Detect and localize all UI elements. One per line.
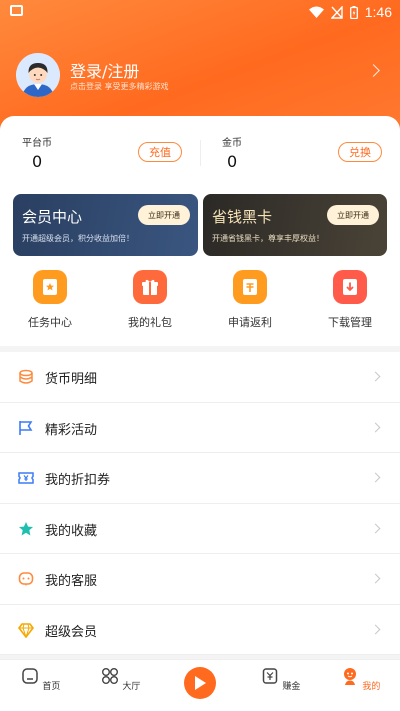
member-center-title: 会员中心 (22, 208, 83, 226)
diamond-icon (18, 622, 34, 638)
menu-item-label: 超级会员 (45, 624, 98, 640)
wallet-divider (200, 140, 201, 166)
wifi-icon (308, 6, 324, 18)
quick-action-task-center[interactable]: 任务中心 (10, 270, 90, 330)
service-icon (18, 572, 34, 586)
menu-item-coupons[interactable]: 我的折扣券 (0, 453, 400, 504)
black-card-desc: 开通省钱黑卡，尊享丰厚权益！ (212, 234, 324, 243)
menu-item-coin-details[interactable]: 货币明细 (0, 352, 400, 403)
battery-icon (349, 5, 358, 19)
chevron-right-icon (370, 573, 381, 584)
tab-earn[interactable]: 赚金 (250, 666, 310, 692)
menu-item-super-vip[interactable]: 超级会员 (0, 605, 400, 655)
menu-item-activities[interactable]: 精彩活动 (0, 403, 400, 453)
chevron-right-icon (370, 472, 381, 483)
home-icon (21, 668, 38, 684)
tab-home[interactable]: 首页 (10, 666, 70, 692)
exchange-button[interactable]: 兑换 (338, 142, 382, 162)
quick-action-download[interactable]: 下载管理 (310, 270, 390, 330)
member-center-card[interactable]: 会员中心 开通超级会员，积分收益加倍！ 立即开通 (13, 194, 198, 256)
login-register-link[interactable]: 登录/注册 (70, 58, 139, 82)
chevron-right-icon (370, 624, 381, 634)
menu-item-customer-service[interactable]: 我的客服 (0, 554, 400, 605)
gallery-notification-icon (10, 5, 23, 16)
status-bar: 1:46 (0, 0, 400, 24)
signal-off-icon (330, 5, 343, 19)
member-center-open-button[interactable]: 立即开通 (138, 205, 190, 225)
menu-item-label: 精彩活动 (45, 422, 98, 438)
chevron-right-icon (370, 371, 381, 382)
download-icon (333, 270, 367, 304)
earn-icon (262, 668, 277, 684)
gift-icon (133, 270, 167, 304)
star-icon (19, 521, 33, 535)
black-card-title: 省钱黑卡 (212, 208, 273, 226)
tab-home-label: 首页 (42, 682, 61, 692)
member-center-desc: 开通超级会员，积分收益加倍！ (22, 234, 134, 243)
tab-earn-label: 赚金 (282, 682, 301, 692)
login-subtitle: 点击登录 享受更多精彩游戏 (70, 82, 169, 91)
coins-icon (19, 369, 33, 384)
menu-item-label: 我的客服 (45, 574, 98, 589)
rebate-icon (233, 270, 267, 304)
quick-action-rebate[interactable]: 申请返利 (210, 270, 290, 330)
task-center-label: 任务中心 (28, 316, 72, 329)
tab-hall-label: 大厅 (122, 682, 141, 692)
quick-action-gift[interactable]: 我的礼包 (110, 270, 190, 330)
play-icon (195, 676, 206, 690)
menu-item-favorites[interactable]: 我的收藏 (0, 504, 400, 554)
coupon-icon (18, 472, 34, 484)
platform-coin-value: 0 (32, 152, 43, 171)
chevron-right-icon (370, 523, 381, 533)
menu-list: 货币明细 精彩活动 我的折扣券 我的收藏 我的客服 超级会员 (0, 352, 400, 655)
tab-profile[interactable]: 我的 (330, 666, 390, 692)
chevron-right-icon (370, 422, 381, 432)
black-card-open-button[interactable]: 立即开通 (327, 205, 379, 225)
gold-coin-value: 0 (227, 152, 238, 171)
download-label: 下载管理 (328, 316, 372, 329)
rebate-label: 申请返利 (228, 316, 272, 329)
gift-label: 我的礼包 (128, 316, 172, 329)
grid-icon (101, 668, 118, 684)
bottom-tab-bar: 首页 大厅 赚金 我的 (0, 659, 400, 711)
black-card[interactable]: 省钱黑卡 开通省钱黑卡，尊享丰厚权益！ 立即开通 (203, 194, 387, 256)
clock: 1:46 (364, 4, 392, 20)
task-center-icon (33, 270, 67, 304)
menu-item-label: 我的收藏 (45, 523, 98, 539)
menu-item-label: 货币明细 (45, 372, 98, 387)
tab-profile-label: 我的 (362, 682, 381, 692)
menu-item-label: 我的折扣券 (45, 473, 111, 488)
profile-icon (343, 668, 356, 685)
avatar[interactable] (16, 53, 60, 97)
default-avatar-icon (16, 53, 60, 97)
recharge-button[interactable]: 充值 (138, 142, 182, 162)
play-button[interactable] (184, 667, 216, 699)
gold-coin-label: 金币 (222, 138, 242, 149)
flag-icon (19, 420, 33, 435)
platform-coin-label: 平台币 (22, 138, 52, 149)
tab-hall[interactable]: 大厅 (90, 666, 150, 692)
